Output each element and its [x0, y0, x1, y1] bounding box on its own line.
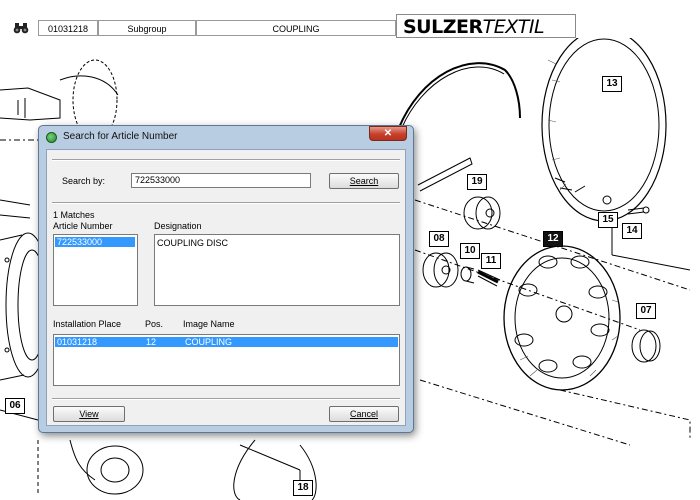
callout-08[interactable]: 08 — [429, 231, 449, 247]
callout-11[interactable]: 11 — [481, 253, 501, 269]
callout-19[interactable]: 19 — [467, 174, 487, 190]
cancel-button[interactable]: Cancel — [329, 406, 399, 422]
installation-place-cell: 01031218 — [57, 337, 98, 347]
table-row[interactable]: 01031218 12 COUPLING — [55, 337, 398, 347]
close-button[interactable]: ✕ — [369, 126, 407, 141]
designation-text: COUPLING DISC — [157, 238, 229, 248]
search-button-label: Search — [349, 176, 379, 186]
article-list-item[interactable]: 722533000 — [55, 237, 135, 247]
callout-10[interactable]: 10 — [460, 243, 480, 259]
image-name-header: Image Name — [183, 319, 235, 329]
dialog-client: Search by: 722533000 Search 1 Matches Ar… — [46, 149, 406, 426]
designation-header: Designation — [154, 221, 202, 231]
callout-14[interactable]: 14 — [622, 223, 642, 239]
divider — [52, 202, 400, 204]
installation-table[interactable]: 01031218 12 COUPLING — [53, 334, 400, 386]
header-bar: 01031218 Subgroup COUPLING SULZERTEXTIL — [0, 0, 700, 38]
match-count: 1 Matches — [53, 210, 95, 220]
callout-06[interactable]: 06 — [5, 398, 25, 414]
installation-place-header: Installation Place — [53, 319, 122, 329]
brand-bold: SULZER — [403, 16, 483, 38]
app-icon — [46, 132, 57, 143]
callout-18[interactable]: 18 — [293, 480, 313, 496]
search-input[interactable]: 722533000 — [131, 173, 311, 188]
view-button-label: View — [79, 409, 99, 419]
callout-12[interactable]: 12 — [543, 231, 563, 247]
divider — [52, 159, 400, 161]
brand-light: TEXTIL — [482, 16, 545, 38]
dialog-titlebar[interactable]: Search for Article Number ✕ — [39, 126, 413, 148]
callout-15[interactable]: 15 — [598, 212, 618, 228]
subgroup-value: COUPLING — [196, 20, 396, 36]
binoculars-icon[interactable] — [13, 22, 29, 34]
search-by-label: Search by: — [62, 176, 106, 186]
pos-header: Pos. — [145, 319, 164, 329]
divider — [52, 398, 400, 400]
article-field: 01031218 — [38, 20, 98, 36]
pos-cell: 12 — [146, 337, 157, 347]
callout-13[interactable]: 13 — [602, 76, 622, 92]
cancel-button-label: Cancel — [349, 409, 378, 419]
brand-logo: SULZERTEXTIL — [396, 14, 576, 38]
callout-07[interactable]: 07 — [636, 303, 656, 319]
subgroup-label: Subgroup — [98, 20, 196, 36]
search-article-dialog: Search for Article Number ✕ Search by: 7… — [38, 125, 414, 433]
article-list[interactable]: 722533000 — [53, 234, 138, 306]
dialog-title: Search for Article Number — [63, 131, 178, 142]
designation-box: COUPLING DISC — [154, 234, 400, 306]
article-number-header: Article Number — [53, 221, 113, 231]
image-name-cell: COUPLING — [185, 337, 233, 347]
search-button[interactable]: Search — [329, 173, 399, 189]
view-button[interactable]: View — [53, 406, 125, 422]
